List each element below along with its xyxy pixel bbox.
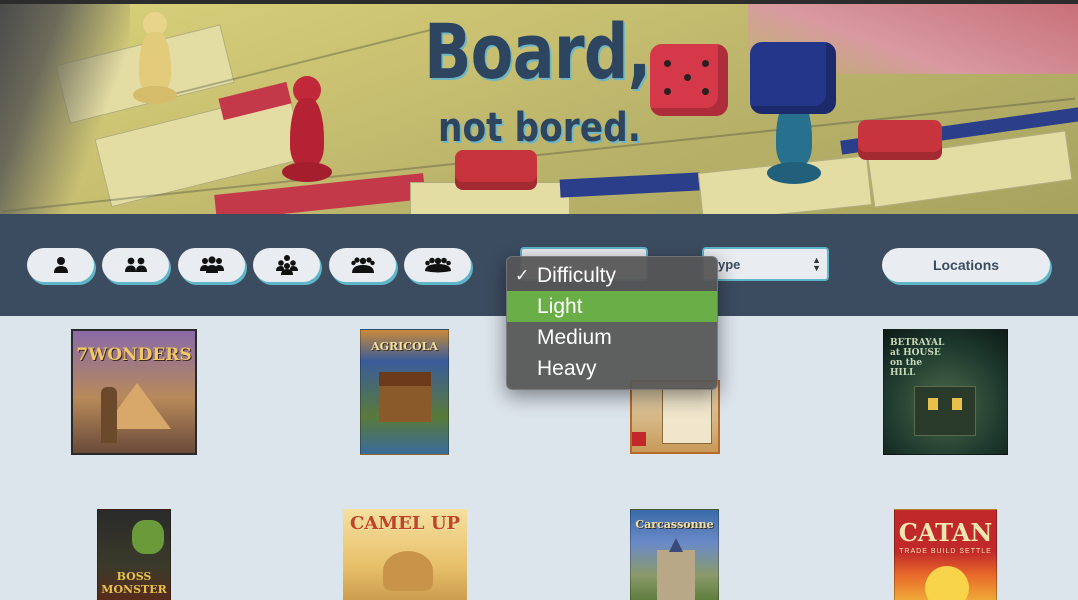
three-players-button[interactable] (178, 248, 245, 282)
checkmark-icon: ✓ (515, 266, 530, 285)
five-players-button[interactable] (329, 248, 396, 282)
dropdown-option-label: Difficulty (537, 263, 616, 287)
game-cover-title: CATAN (898, 518, 993, 547)
one-player-icon (52, 256, 70, 274)
dropdown-option-light[interactable]: Light (507, 291, 717, 322)
hero-title: Board, (424, 7, 651, 96)
monster-art (132, 520, 164, 554)
two-players-icon (124, 256, 147, 274)
five-players-icon (350, 256, 375, 274)
catan-tagline: TRADE BUILD SETTLE (899, 548, 992, 555)
three-players-icon (199, 256, 224, 274)
yellow-pawn (130, 12, 180, 112)
board-space-blue (559, 172, 701, 198)
castle-art (657, 550, 695, 600)
four-players-button[interactable] (253, 248, 320, 282)
wanted-poster-art (662, 388, 712, 444)
barn-art (379, 372, 431, 422)
game-card-catan[interactable]: CATAN TRADE BUILD SETTLE (894, 509, 997, 600)
house-art (914, 386, 976, 436)
dropdown-option-label: Medium (537, 325, 612, 349)
difficulty-dropdown-menu: ✓ Difficulty Light Medium Heavy (506, 256, 718, 390)
four-players-icon (275, 255, 298, 275)
select-arrows-icon: ▲ ▼ (812, 255, 821, 273)
red-house-piece (858, 120, 942, 160)
dropdown-option-medium[interactable]: Medium (507, 322, 717, 353)
dropdown-option-heavy[interactable]: Heavy (507, 353, 717, 384)
sun-art (925, 566, 969, 600)
hero-banner: Board, not bored. (0, 0, 1078, 214)
window-glow-art (928, 398, 938, 410)
six-players-icon (424, 257, 451, 273)
game-cover-title: CAMEL UP (349, 513, 461, 534)
game-cover-title: AGRICOLA (371, 340, 438, 353)
dropdown-option-label: Light (537, 294, 583, 318)
red-pawn (280, 76, 334, 186)
game-card-7wonders[interactable]: 7WONDERS (71, 329, 197, 455)
red-badge-art (632, 432, 646, 446)
two-players-button[interactable] (102, 248, 169, 282)
hero-shadow (0, 4, 130, 214)
game-card-betrayal[interactable]: BETRAYAL at HOUSE on the HILL (883, 329, 1008, 455)
red-house-piece (455, 150, 537, 190)
game-cover-title: BOSS MONSTER (101, 570, 167, 596)
statue-art (101, 387, 117, 443)
hero-subtitle: not bored. (438, 105, 641, 151)
game-card-boss-monster[interactable]: BOSS MONSTER (97, 509, 171, 600)
game-card-camel-up[interactable]: CAMEL UP (343, 509, 467, 600)
one-player-button[interactable] (27, 248, 94, 282)
game-card[interactable] (630, 380, 720, 454)
locations-button[interactable]: Locations (882, 248, 1050, 282)
red-die (650, 44, 728, 116)
game-cover-title: Carcassonne (635, 518, 714, 531)
tower-roof-art (669, 538, 683, 552)
camel-art (383, 551, 433, 591)
game-card-carcassonne[interactable]: Carcassonne (630, 509, 719, 600)
locations-label: Locations (932, 257, 1000, 273)
game-cover-title: 7WONDERS (76, 345, 192, 365)
six-players-button[interactable] (404, 248, 471, 282)
game-card-agricola[interactable]: AGRICOLA (360, 329, 449, 455)
type-select[interactable]: ype ▲ ▼ (702, 247, 829, 281)
dropdown-option-label: Heavy (537, 356, 597, 380)
game-cover-title: BETRAYAL at HOUSE on the HILL (890, 338, 945, 378)
type-select-value: ype (718, 256, 741, 272)
window-glow-art (952, 398, 962, 410)
blue-die (750, 42, 836, 114)
dropdown-option-difficulty[interactable]: ✓ Difficulty (507, 260, 717, 291)
